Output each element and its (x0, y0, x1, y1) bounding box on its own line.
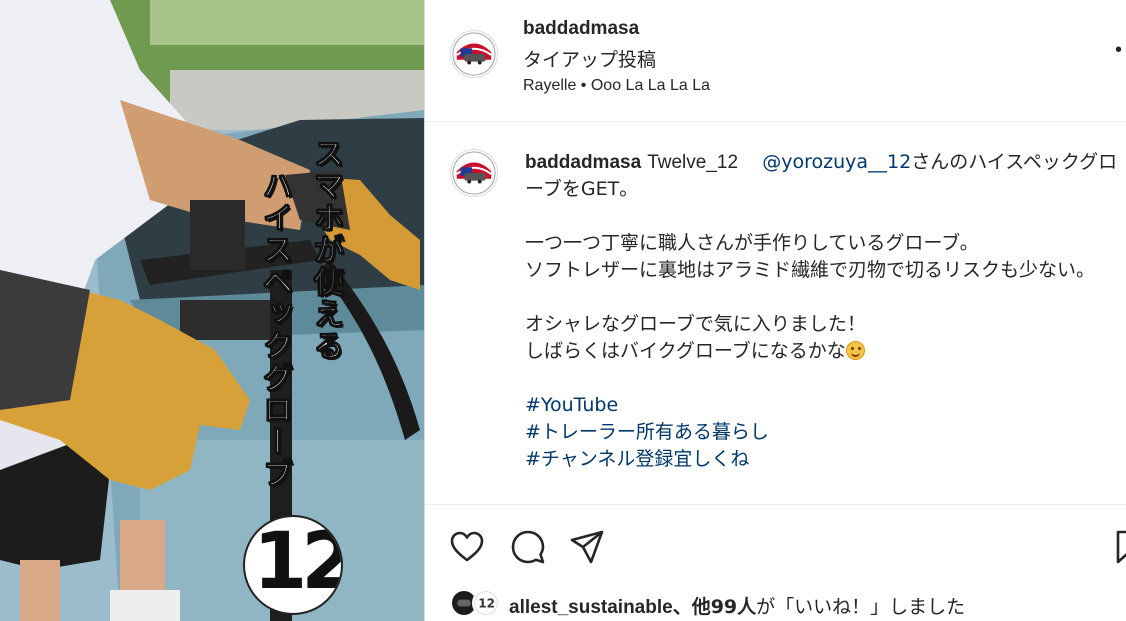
caption-area: baddadmasa Twelve_12 @yorozuya__12さんのハイス… (425, 123, 1126, 503)
post-username[interactable]: baddadmasa (523, 18, 639, 40)
overlay-text-smartphone: スマホが使える (308, 138, 344, 363)
more-options-icon[interactable]: • (1115, 40, 1122, 60)
twelve-logo-text: 12 (253, 517, 343, 607)
twelve-logo: 12 (243, 515, 343, 615)
audio-attribution[interactable]: Rayelle • Ooo La La La La (523, 77, 710, 95)
share-icon[interactable] (569, 529, 605, 565)
caption-username[interactable]: baddadmasa (525, 152, 641, 173)
caption-line-5: しばらくはバイクグローブになるかな (525, 340, 846, 362)
heart-icon[interactable] (449, 529, 485, 565)
caption-mention[interactable]: @yorozuya__12 (762, 151, 911, 173)
svg-text:12: 12 (478, 596, 495, 610)
hashtag-trailer-life[interactable]: #トレーラー所有ある暮らし (525, 421, 769, 443)
smiling-face-emoji-icon (845, 341, 865, 360)
overlay-text-highspec-glove: ハイスペックグローブ (257, 170, 293, 491)
post-header: baddadmasa タイアップ投稿 Rayelle • Ooo La La L… (425, 0, 1126, 122)
post-media[interactable]: スマホが使える ハイスペックグローブ 12 (0, 0, 424, 621)
caption-line-3: ソフトレザーに裏地はアラミド繊維で刃物で切るリスクも少ない。 (525, 259, 1096, 281)
likes-others-link[interactable]: 、他99人 (673, 596, 756, 618)
likes-summary: 12 allest_sustainable、他99人が「いいね！」しました (450, 589, 1126, 619)
trailer-logo-icon (452, 151, 496, 195)
post-side-panel: baddadmasa タイアップ投稿 Rayelle • Ooo La La L… (424, 0, 1126, 621)
hashtag-youtube[interactable]: #YouTube (525, 394, 618, 416)
bookmark-icon[interactable] (1115, 529, 1126, 565)
liker-username[interactable]: allest_sustainable (509, 597, 673, 618)
trailer-logo-icon (452, 32, 496, 76)
action-bar: 12 allest_sustainable、他99人が「いいね！」しました (425, 504, 1126, 621)
comment-icon[interactable] (510, 529, 546, 565)
caption-text: baddadmasa Twelve_12 @yorozuya__12さんのハイス… (525, 149, 1123, 473)
hashtag-subscribe[interactable]: #チャンネル登録宜しくね (525, 448, 749, 470)
caption-line-4: オシャレなグローブで気に入りました！ (525, 313, 866, 335)
liker-avatar-2[interactable]: 12 (472, 589, 500, 617)
paid-partnership-label[interactable]: タイアップ投稿 (523, 45, 656, 72)
caption-avatar[interactable] (450, 149, 498, 197)
caption-line-2: 一つ一つ丁寧に職人さんが手作りしているグローブ。 (525, 232, 979, 254)
likes-suffix: が「いいね！」しました (756, 596, 966, 618)
likes-text: allest_sustainable、他99人が「いいね！」しました (509, 592, 965, 619)
caption-audio-name: Twelve_12 (647, 152, 739, 173)
post-photo (0, 0, 424, 621)
profile-avatar[interactable] (450, 30, 498, 78)
